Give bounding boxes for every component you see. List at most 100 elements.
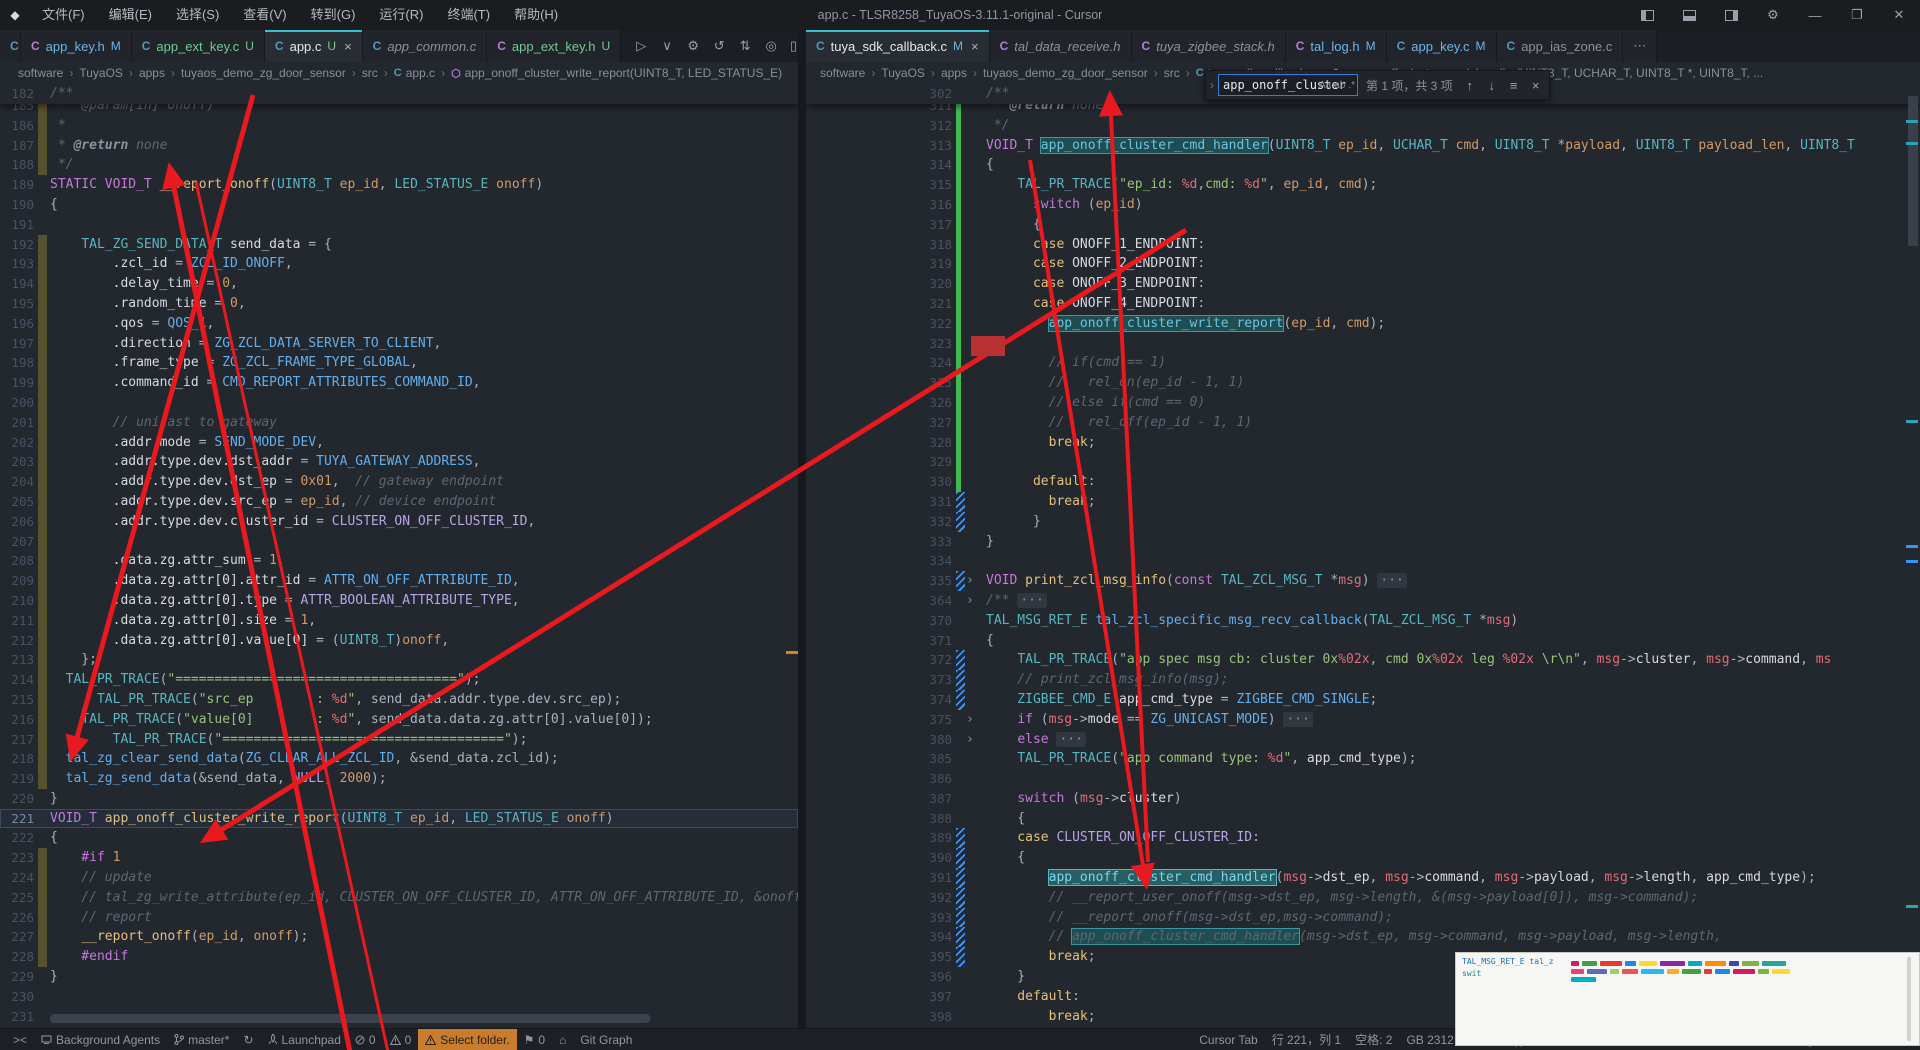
- error-icon: [355, 1035, 365, 1045]
- line-number: 374: [929, 691, 952, 707]
- target-icon[interactable]: ◎: [759, 34, 783, 58]
- status-item-sync[interactable]: ↻: [236, 1029, 260, 1050]
- find-next-icon[interactable]: ↓: [1481, 78, 1503, 93]
- breadcrumb-symbol[interactable]: app_onoff_cluster_write_report(UINT8_T, …: [465, 66, 782, 80]
- whole-word-icon[interactable]: ab: [1334, 80, 1345, 91]
- status-item-GB 2312[interactable]: GB 2312: [1399, 1029, 1460, 1050]
- menu-item-5[interactable]: 运行(R): [367, 0, 435, 30]
- editor-pane-right[interactable]: 311 * @return none 312 */313 VOID_T app_on…: [806, 84, 1920, 1028]
- status-item-Cursor Tab[interactable]: Cursor Tab: [1192, 1029, 1264, 1050]
- breadcrumb-item[interactable]: tuyaos_demo_zg_door_sensor: [181, 66, 346, 80]
- sticky-line: 182 /**: [0, 84, 798, 104]
- status-item-0[interactable]: 0: [348, 1029, 383, 1050]
- fold-chevron-icon[interactable]: ›: [966, 710, 974, 730]
- layout-gear-icon[interactable]: ⚙: [1752, 0, 1794, 30]
- tab-right-tuya_sdk_callback.c[interactable]: Ctuya_sdk_callback.c M ×: [806, 30, 990, 62]
- line-number: 190: [11, 196, 34, 212]
- status-item-空格: 2[interactable]: 空格: 2: [1348, 1029, 1399, 1050]
- line-number: 313: [929, 137, 952, 153]
- status-item-master*[interactable]: master*: [167, 1029, 236, 1050]
- menu-item-2[interactable]: 选择(S): [164, 0, 231, 30]
- tab-right-app_key.c[interactable]: Capp_key.c M: [1386, 30, 1497, 62]
- code-text: .delay_time = 0,: [50, 276, 238, 292]
- horizontal-scrollbar[interactable]: [50, 1014, 650, 1023]
- menu-item-1[interactable]: 编辑(E): [97, 0, 164, 30]
- status-item-Git Graph[interactable]: Git Graph: [573, 1029, 639, 1050]
- menu-item-6[interactable]: 终端(T): [435, 0, 502, 30]
- close-icon[interactable]: ×: [971, 39, 979, 54]
- status-item-行 221，列 1[interactable]: 行 221，列 1: [1265, 1029, 1348, 1050]
- close-button[interactable]: ✕: [1878, 0, 1920, 30]
- breadcrumb-item[interactable]: src: [362, 66, 378, 80]
- code-line: 372 TAL_PR_TRACE("app spec msg cb: clust…: [806, 650, 1920, 671]
- breadcrumb-item[interactable]: software: [18, 66, 63, 80]
- vert-scrollbar-thumb[interactable]: [1908, 96, 1918, 246]
- pip-overlay[interactable]: TAL_MSG_RET_E tal_z swit: [1455, 952, 1920, 1046]
- pip-scrollbar[interactable]: [1907, 957, 1911, 1041]
- gutter-change-mark: [38, 571, 47, 591]
- match-case-icon[interactable]: Aa: [1319, 80, 1331, 91]
- editor-pane-left[interactable]: 185 * @param[in] onoff) 186 * 187 * @retur…: [0, 84, 798, 1028]
- menu-item-0[interactable]: 文件(F): [30, 0, 97, 30]
- tab-left-app_ext_key.h[interactable]: Capp_ext_key.h U: [487, 30, 622, 62]
- split-editor-icon[interactable]: ▯▯: [785, 34, 798, 58]
- code-text: if (msg->mode == ZG_UNICAST_MODE) ···: [986, 710, 1313, 730]
- fold-chevron-icon[interactable]: ›: [966, 591, 974, 611]
- timeline-icon[interactable]: ↺: [707, 34, 731, 58]
- code-line: 208 .data.zg.attr_sum = 1,: [0, 551, 798, 572]
- code-line: 197 .direction = ZG_ZCL_DATA_SERVER_TO_C…: [0, 333, 798, 354]
- breadcrumb-item[interactable]: src: [1164, 66, 1180, 80]
- breadcrumb-item[interactable]: tuyaos_demo_zg_door_sensor: [983, 66, 1148, 80]
- run-dropdown[interactable]: ∨: [655, 34, 679, 58]
- breadcrumb-item[interactable]: TuyaOS: [79, 66, 123, 80]
- toggle-panel-icon[interactable]: [1668, 0, 1710, 30]
- tab-right-tuya_zigbee_stack.h[interactable]: Ctuya_zigbee_stack.h: [1131, 30, 1286, 62]
- breadcrumb-item[interactable]: software: [820, 66, 865, 80]
- code-line: 394 // app_onoff_cluster_cmd_handler(msg…: [806, 927, 1920, 948]
- tab-left-app_key.h[interactable]: Capp_key.h M: [21, 30, 132, 62]
- tab-left-key.c[interactable]: Ckey.cM: [0, 30, 21, 62]
- gutter-change-mark: [38, 749, 47, 770]
- tab-right-tal_data_receive.h[interactable]: Ctal_data_receive.h: [989, 30, 1132, 62]
- breadcrumb-file[interactable]: app.c: [406, 66, 435, 80]
- regex-icon[interactable]: .*: [1348, 80, 1355, 91]
- breadcrumb-item[interactable]: apps: [941, 66, 967, 80]
- tab-right-app_ias_zone.c[interactable]: Capp_ias_zone.c: [1496, 30, 1624, 62]
- menu-item-7[interactable]: 帮助(H): [502, 0, 570, 30]
- toggle-sidebar-icon[interactable]: [1626, 0, 1668, 30]
- find-input[interactable]: app_onoff_cluster Aa ab .*: [1218, 74, 1358, 96]
- status-item-0[interactable]: 0: [383, 1029, 419, 1050]
- breadcrumb-item[interactable]: apps: [139, 66, 165, 80]
- menu-item-3[interactable]: 查看(V): [231, 0, 298, 30]
- file-c-icon: C: [393, 67, 402, 79]
- close-icon[interactable]: ×: [344, 39, 352, 54]
- compare-icon[interactable]: ⇅: [733, 34, 757, 58]
- fold-chevron-icon[interactable]: ›: [966, 571, 974, 591]
- toggle-secondary-sidebar-icon[interactable]: [1710, 0, 1752, 30]
- status-item-remote[interactable]: ><: [6, 1029, 34, 1050]
- status-item-Background Agents[interactable]: Background Agents: [34, 1029, 167, 1050]
- line-number: 193: [11, 256, 34, 272]
- tab-left-app_common.c[interactable]: Capp_common.c: [362, 30, 488, 62]
- tab-right-⋯[interactable]: ⋯: [1623, 30, 1658, 62]
- fold-chevron-icon[interactable]: ›: [966, 730, 974, 750]
- tab-right-tal_log.h[interactable]: Ctal_log.h M: [1285, 30, 1387, 62]
- menu-item-4[interactable]: 转到(G): [299, 0, 368, 30]
- find-close-icon[interactable]: ×: [1525, 78, 1547, 93]
- status-item-home[interactable]: ⌂: [552, 1029, 573, 1050]
- restore-button[interactable]: ❐: [1836, 0, 1878, 30]
- line-number: 215: [11, 691, 34, 707]
- status-item-0[interactable]: ⚑ 0: [517, 1029, 552, 1050]
- breadcrumb-item[interactable]: TuyaOS: [881, 66, 925, 80]
- tab-left-app_ext_key.c[interactable]: Capp_ext_key.c U: [131, 30, 265, 62]
- find-prev-icon[interactable]: ↑: [1459, 78, 1481, 93]
- find-expand-icon[interactable]: ›: [1206, 78, 1218, 92]
- gear-icon[interactable]: ⚙: [681, 34, 705, 58]
- status-item-Launchpad[interactable]: Launchpad: [261, 1029, 348, 1050]
- tab-left-app.c[interactable]: Capp.c U ×: [264, 30, 363, 62]
- menu-bar: 文件(F) 编辑(E) 选择(S) 查看(V) 转到(G) 运行(R) 终端(T) 帮助(H): [30, 0, 570, 30]
- status-item-Select folder.[interactable]: Select folder.: [418, 1028, 517, 1050]
- minimize-button[interactable]: —: [1794, 0, 1836, 30]
- run-button[interactable]: ▷: [629, 34, 653, 58]
- find-in-selection-icon[interactable]: ≡: [1503, 78, 1525, 93]
